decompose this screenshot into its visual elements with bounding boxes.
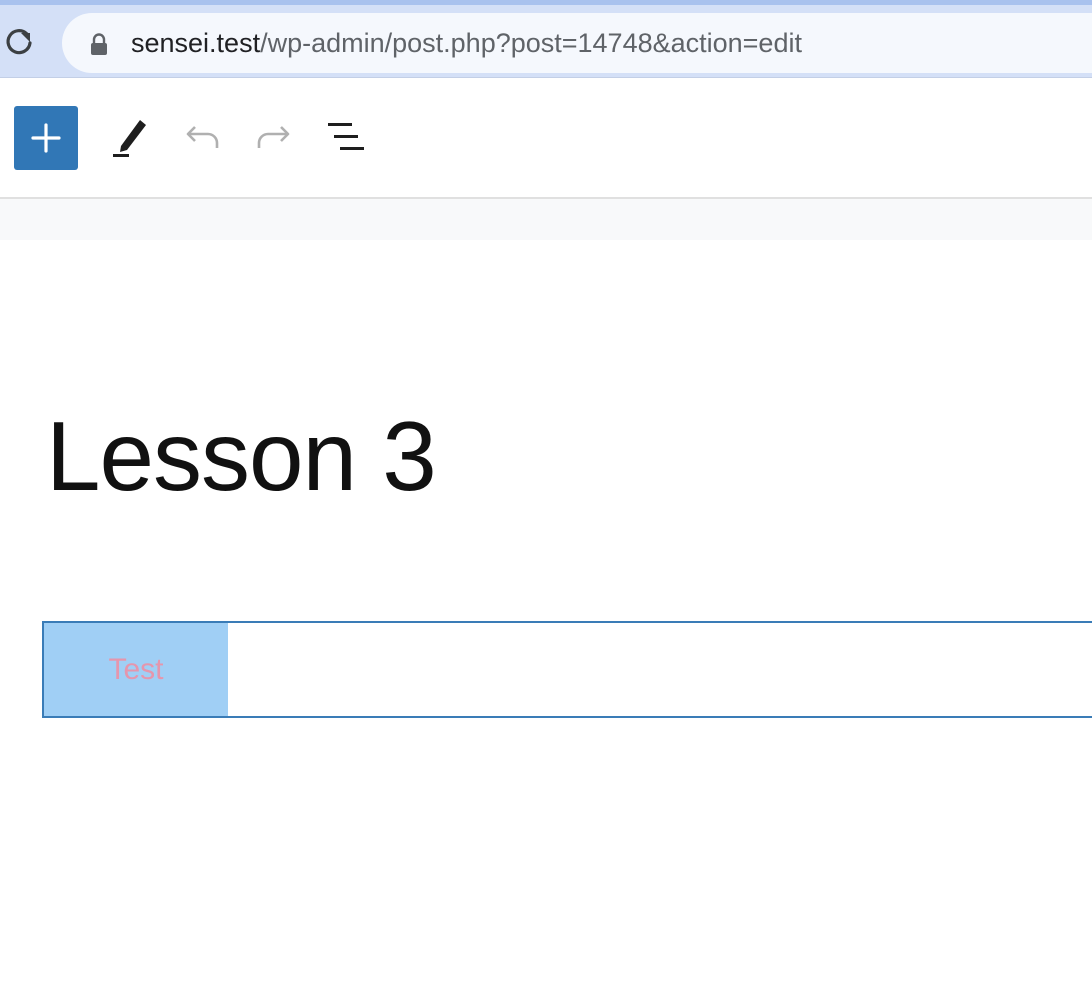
lock-icon [88, 32, 110, 56]
redo-icon [257, 126, 290, 148]
pencil-icon [113, 120, 146, 157]
list-view-button[interactable] [320, 112, 372, 164]
redo-button[interactable] [248, 112, 300, 164]
block-tab-label: Test [108, 652, 164, 686]
notice-strip [0, 199, 1092, 240]
post-title[interactable]: Lesson 3 [46, 396, 437, 516]
url-path: /wp-admin/post.php?post=14748&action=edi… [260, 28, 802, 58]
browser-bar: sensei.test/wp-admin/post.php?post=14748… [0, 0, 1092, 78]
address-bar[interactable]: sensei.test/wp-admin/post.php?post=14748… [62, 13, 1092, 73]
editor-toolbar [0, 78, 1092, 199]
selected-block[interactable]: Test [42, 621, 1092, 718]
undo-icon [186, 126, 219, 148]
reload-icon[interactable] [2, 25, 36, 59]
block-inserter-button[interactable] [14, 106, 78, 170]
undo-button[interactable] [176, 112, 228, 164]
plus-icon [31, 123, 61, 153]
url-text: sensei.test/wp-admin/post.php?post=14748… [131, 26, 802, 60]
url-host: sensei.test [131, 28, 261, 58]
list-view-icon [328, 123, 364, 150]
tools-button[interactable] [104, 112, 156, 164]
block-tab[interactable]: Test [44, 623, 228, 716]
